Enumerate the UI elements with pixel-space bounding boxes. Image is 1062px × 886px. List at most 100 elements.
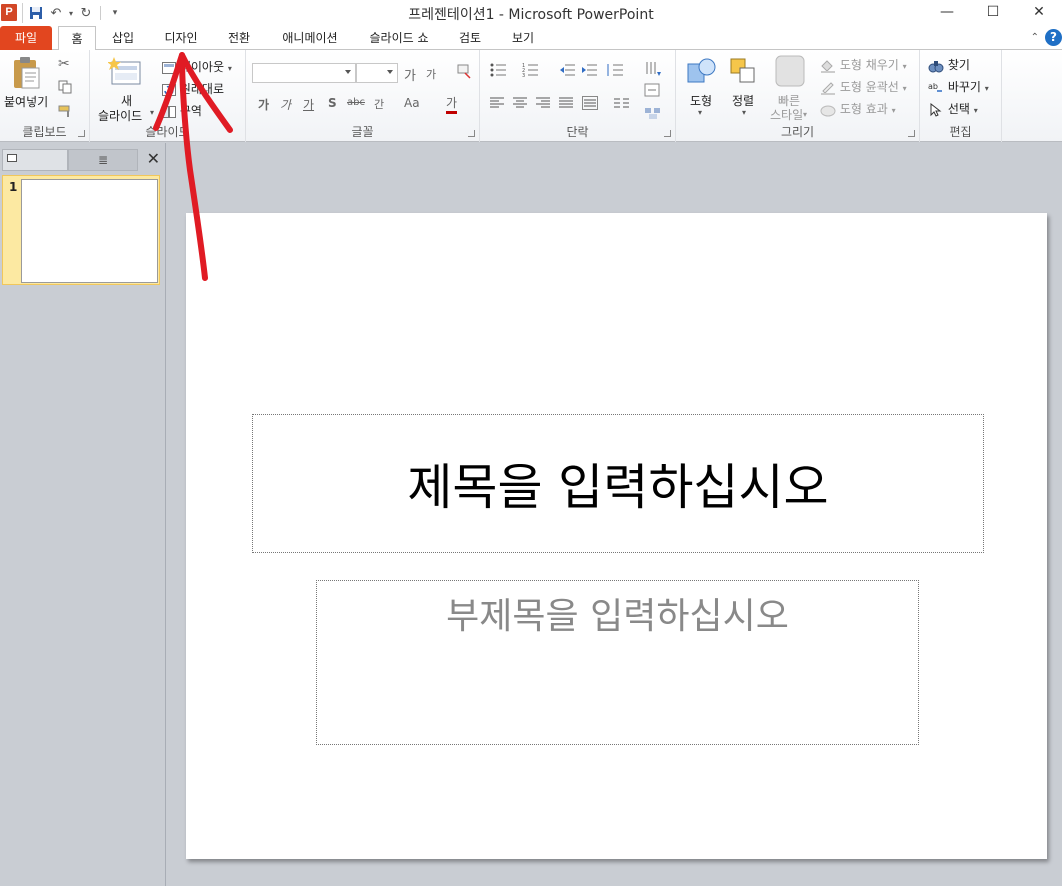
format-painter-icon[interactable] (58, 104, 74, 121)
font-name-combo[interactable] (252, 63, 356, 83)
font-group-label: 글꼴 (351, 125, 374, 139)
distribute-icon[interactable] (582, 96, 598, 113)
replace-button[interactable]: ab 바꾸기 ▾ (928, 78, 989, 95)
smartart-icon[interactable] (644, 106, 662, 123)
slides-group-label: 슬라이드 (145, 125, 190, 139)
font-launcher-icon[interactable] (468, 130, 475, 137)
editing-group: 찾기 ab 바꾸기 ▾ 선택 ▾ 편집 (920, 50, 1002, 142)
text-direction-icon[interactable] (644, 60, 662, 81)
subtitle-placeholder-text: 부제목을 입력하십시오 (446, 596, 789, 637)
tab-transitions[interactable]: 전환 (220, 26, 258, 50)
slides-pane: ≣ ✕ 1 (0, 143, 166, 886)
shape-outline-button[interactable]: 도형 윤곽선 ▾ (820, 78, 907, 95)
quick-styles-dropdown-icon[interactable]: ▾ (803, 110, 807, 119)
shapes-dropdown-icon[interactable]: ▾ (698, 108, 702, 117)
paste-icon[interactable] (10, 56, 42, 93)
paragraph-launcher-icon[interactable] (664, 130, 671, 137)
character-spacing-button[interactable]: 간 (374, 96, 384, 112)
tab-home[interactable]: 홈 (58, 26, 96, 51)
title-placeholder[interactable]: 제목을 입력하십시오 (252, 414, 984, 553)
grow-font-button[interactable]: 가 (404, 65, 416, 84)
arrange-icon[interactable] (728, 56, 760, 91)
layout-button[interactable]: 레이아웃 ▾ (162, 58, 232, 75)
shape-effects-label: 도형 효과 (839, 102, 888, 116)
slide-thumbnail[interactable] (21, 179, 158, 283)
svg-text:3: 3 (522, 73, 525, 77)
paragraph-group: 123 단락 (480, 50, 676, 142)
svg-text:ab: ab (928, 82, 938, 91)
align-text-icon[interactable] (644, 83, 662, 100)
maximize-icon[interactable]: ☐ (970, 0, 1016, 24)
select-button[interactable]: 선택 ▾ (928, 100, 978, 117)
close-icon[interactable]: ✕ (1016, 0, 1062, 24)
align-center-icon[interactable] (513, 97, 527, 112)
quick-styles-icon[interactable] (774, 54, 806, 91)
tab-view[interactable]: 보기 (504, 26, 542, 50)
font-color-button[interactable]: 가 (446, 94, 458, 114)
slide-canvas[interactable]: 제목을 입력하십시오 부제목을 입력하십시오 (186, 213, 1047, 859)
change-case-button[interactable]: Aa (404, 96, 420, 110)
help-icon[interactable]: ? (1045, 29, 1062, 46)
close-pane-icon[interactable]: ✕ (147, 149, 160, 168)
new-slide-button[interactable]: 슬라이드 (98, 107, 142, 124)
tab-insert[interactable]: 삽입 (103, 26, 143, 50)
justify-icon[interactable] (559, 97, 573, 112)
select-label: 선택 (947, 102, 970, 116)
shapes-icon[interactable] (686, 56, 718, 91)
clipboard-group-label: 클립보드 (22, 125, 67, 139)
tab-animations[interactable]: 애니메이션 (274, 26, 346, 50)
arrange-dropdown-icon[interactable]: ▾ (742, 108, 746, 117)
columns-icon[interactable] (614, 97, 630, 112)
replace-label: 바꾸기 (947, 80, 981, 94)
align-left-icon[interactable] (490, 97, 504, 112)
slide-thumbnail-selected[interactable]: 1 (2, 175, 160, 285)
clear-formatting-icon[interactable] (456, 63, 472, 82)
shape-effects-button[interactable]: 도형 효과 ▾ (820, 100, 896, 117)
strikethrough-button[interactable]: abc (347, 97, 365, 108)
align-right-icon[interactable] (536, 97, 550, 112)
font-size-dropdown-icon (387, 70, 393, 74)
copy-icon[interactable] (58, 80, 72, 97)
title-bar: P ↶ ▾ ↻ ▾ 프레젠테이션1 - Microsoft PowerPoint… (0, 0, 1062, 26)
decrease-indent-icon[interactable] (560, 63, 576, 80)
tab-file[interactable]: 파일 (0, 26, 52, 50)
outline-tab[interactable]: ≣ (68, 149, 138, 171)
title-placeholder-text: 제목을 입력하십시오 (407, 459, 829, 516)
arrange-button[interactable]: 정렬 (732, 92, 754, 109)
tab-review[interactable]: 검토 (452, 26, 488, 50)
slide-number: 1 (9, 180, 18, 194)
pane-header: ≣ ✕ (0, 147, 166, 173)
minimize-ribbon-icon[interactable]: ⌃ (1031, 32, 1039, 43)
italic-button[interactable]: 가 (280, 96, 291, 113)
slides-tab[interactable] (2, 149, 68, 171)
shadow-button[interactable]: S (328, 96, 337, 110)
window-controls: — ☐ ✕ (924, 0, 1062, 24)
section-button[interactable]: 구역 (162, 102, 202, 119)
subtitle-placeholder[interactable]: 부제목을 입력하십시오 (316, 580, 919, 745)
new-slide-icon[interactable] (107, 56, 142, 89)
replace-dropdown-icon: ▾ (984, 84, 989, 93)
font-size-combo[interactable] (356, 63, 398, 83)
shapes-button[interactable]: 도형 (690, 92, 712, 109)
new-slide-dropdown-icon[interactable]: ▾ (150, 108, 154, 117)
clipboard-launcher-icon[interactable] (78, 130, 85, 137)
shape-fill-button[interactable]: 도형 채우기 ▾ (820, 56, 907, 73)
numbering-icon[interactable]: 123 (522, 63, 544, 80)
bold-button[interactable]: 가 (258, 96, 269, 113)
window-title: 프레젠테이션1 - Microsoft PowerPoint (408, 7, 654, 23)
increase-indent-icon[interactable] (582, 63, 598, 80)
reset-button[interactable]: 원래대로 (162, 80, 224, 97)
bullets-icon[interactable] (490, 63, 512, 80)
line-spacing-icon[interactable] (606, 63, 626, 80)
tab-design[interactable]: 디자인 (158, 26, 204, 50)
drawing-launcher-icon[interactable] (908, 130, 915, 137)
minimize-icon[interactable]: — (924, 0, 970, 24)
cut-icon[interactable]: ✂ (58, 56, 70, 72)
section-label: 구역 (179, 104, 202, 118)
shrink-font-button[interactable]: 가 (426, 66, 436, 82)
underline-button[interactable]: 가 (303, 96, 314, 113)
paste-button[interactable]: 붙여넣기 (4, 93, 48, 110)
quick-styles-button[interactable]: 스타일 (770, 106, 803, 123)
tab-slideshow[interactable]: 슬라이드 쇼 (361, 26, 437, 50)
find-button[interactable]: 찾기 (928, 56, 970, 73)
